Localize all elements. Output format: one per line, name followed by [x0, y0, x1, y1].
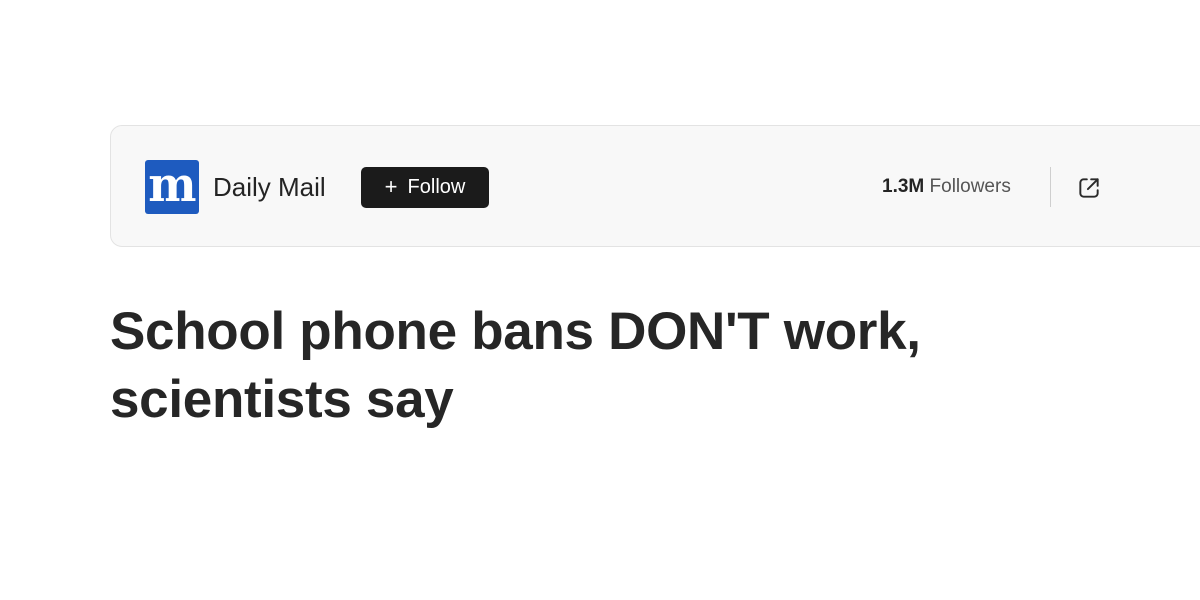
followers-count: 1.3M Followers: [882, 175, 1011, 199]
follow-label: Follow: [407, 176, 466, 198]
daily-mail-logo-icon[interactable]: m: [145, 160, 199, 214]
article-headline: School phone bans DON'T work, scientists…: [110, 302, 921, 429]
plus-icon: +: [384, 173, 398, 199]
logo-letter: m: [147, 160, 197, 213]
publisher-bar: m Daily Mail + Follow 1.3M Followers: [110, 125, 1200, 247]
publisher-name[interactable]: Daily Mail: [213, 171, 326, 203]
article-page: m Daily Mail + Follow 1.3M Followers Sch…: [0, 0, 1200, 600]
follow-button[interactable]: + Follow: [361, 167, 489, 208]
divider: [1050, 167, 1051, 207]
open-external-button[interactable]: [1073, 172, 1105, 204]
followers-number: 1.3M: [882, 176, 925, 197]
open-external-icon: [1079, 178, 1099, 198]
followers-label: Followers: [929, 176, 1011, 197]
